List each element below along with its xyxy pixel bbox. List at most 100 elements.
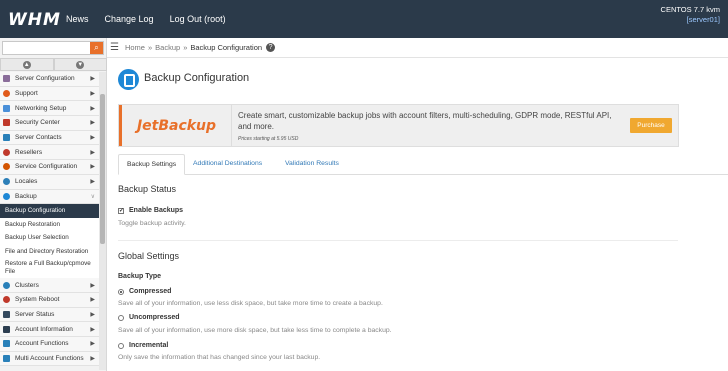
backup-status-title: Backup Status bbox=[118, 184, 177, 194]
collapse-all-button[interactable]: ▲ bbox=[0, 58, 54, 71]
breadcrumb: ☰ Home » Backup » Backup Configuration ? bbox=[110, 40, 276, 54]
server-config-icon bbox=[3, 75, 10, 83]
sidebar-item-locales[interactable]: Locales ▶ bbox=[0, 174, 99, 190]
enable-backups-row[interactable]: ✓ Enable Backups bbox=[118, 207, 183, 214]
service-config-icon bbox=[3, 163, 10, 171]
sidebar-item-label: Service Configuration bbox=[15, 163, 78, 171]
expand-all-button[interactable]: ▼ bbox=[53, 58, 107, 71]
sidebar-item-resellers[interactable]: Resellers ▶ bbox=[0, 145, 99, 161]
account-info-icon bbox=[3, 325, 10, 333]
compressed-radio[interactable] bbox=[118, 288, 124, 295]
caret-right-icon: ▶ bbox=[90, 91, 95, 98]
caret-right-icon: ▶ bbox=[90, 179, 95, 186]
uncompressed-radio[interactable] bbox=[118, 314, 124, 321]
breadcrumb-backup[interactable]: Backup bbox=[155, 43, 180, 52]
sidebar: ⌕ ▲ ▼ Server Configuration ▶ Support ▶ N… bbox=[0, 38, 107, 371]
option-incremental-row[interactable]: Incremental bbox=[118, 342, 168, 349]
section-divider bbox=[118, 240, 678, 241]
caret-right-icon: ▶ bbox=[90, 105, 95, 112]
sidebar-item-server-status[interactable]: Server Status ▶ bbox=[0, 307, 99, 323]
sidebar-item-system-reboot[interactable]: System Reboot ▶ bbox=[0, 292, 99, 308]
sidebar-subitem-restore-full-backup[interactable]: Restore a Full Backup/cpmove File bbox=[0, 258, 99, 279]
caret-right-icon: ▶ bbox=[90, 297, 95, 304]
incremental-label: Incremental bbox=[129, 342, 169, 349]
purchase-button[interactable]: Purchase bbox=[630, 118, 672, 133]
promo-text: Create smart, customizable backup jobs w… bbox=[238, 111, 612, 131]
search-icon[interactable]: ⌕ bbox=[90, 42, 103, 54]
network-icon bbox=[3, 104, 10, 112]
status-icon bbox=[3, 310, 10, 318]
caret-right-icon: ▶ bbox=[90, 341, 95, 348]
sidebar-item-label: Networking Setup bbox=[15, 104, 67, 112]
page-title: Backup Configuration bbox=[144, 72, 250, 84]
contacts-icon bbox=[3, 134, 10, 142]
sidebar-item-label: System Reboot bbox=[15, 296, 60, 304]
caret-right-icon: ▶ bbox=[90, 135, 95, 142]
nav-news[interactable]: News bbox=[66, 14, 89, 24]
breadcrumb-current: Backup Configuration bbox=[190, 42, 263, 52]
sidebar-item-backup[interactable]: Backup ∨ bbox=[0, 189, 99, 205]
caret-right-icon: ▶ bbox=[90, 149, 95, 156]
nav-change-log[interactable]: Change Log bbox=[105, 14, 154, 24]
sidebar-item-label: Account Information bbox=[15, 325, 73, 333]
sidebar-item-server-configuration[interactable]: Server Configuration ▶ bbox=[0, 72, 99, 87]
breadcrumb-home[interactable]: Home bbox=[125, 43, 145, 52]
tab-backup-settings[interactable]: Backup Settings bbox=[118, 154, 186, 175]
sidebar-subitem-file-directory-restoration[interactable]: File and Directory Restoration bbox=[0, 244, 99, 259]
sidebar-item-networking-setup[interactable]: Networking Setup ▶ bbox=[0, 101, 99, 117]
jetbackup-promo: JetBackup Create smart, customizable bac… bbox=[118, 104, 679, 147]
sidebar-item-label: Support bbox=[15, 90, 38, 98]
sidebar-item-account-information[interactable]: Account Information ▶ bbox=[0, 322, 99, 337]
compressed-label: Compressed bbox=[129, 288, 172, 295]
top-nav: News Change Log Log Out (root) bbox=[66, 0, 242, 38]
collapse-controls: ▲ ▼ bbox=[0, 58, 107, 71]
sidebar-item-label: Server Configuration bbox=[15, 75, 75, 83]
sidebar-item-label: Multi Account Functions bbox=[15, 354, 84, 362]
sidebar-item-server-contacts[interactable]: Server Contacts ▶ bbox=[0, 130, 99, 146]
security-icon bbox=[3, 119, 10, 127]
locales-icon bbox=[3, 178, 10, 186]
caret-right-icon: ▶ bbox=[90, 355, 95, 362]
sidebar-item-label: Server Contacts bbox=[15, 134, 62, 142]
server-os: CENTOS 7.7 kvm bbox=[660, 5, 720, 14]
backup-config-icon bbox=[118, 69, 139, 90]
tab-bar: Backup Settings Additional Destinations … bbox=[118, 154, 728, 175]
account-functions-icon bbox=[3, 340, 10, 348]
menu-toggle-icon[interactable]: ☰ bbox=[110, 42, 119, 53]
sidebar-menu: Server Configuration ▶ Support ▶ Network… bbox=[0, 72, 99, 367]
incremental-radio[interactable] bbox=[118, 342, 124, 349]
caret-right-icon: ▶ bbox=[90, 326, 95, 333]
nav-logout[interactable]: Log Out (root) bbox=[170, 14, 226, 24]
help-icon[interactable]: ? bbox=[266, 42, 276, 52]
sidebar-item-account-functions[interactable]: Account Functions ▶ bbox=[0, 336, 99, 352]
sidebar-item-support[interactable]: Support ▶ bbox=[0, 86, 99, 102]
option-uncompressed-row[interactable]: Uncompressed bbox=[118, 314, 180, 321]
enable-backups-checkbox[interactable]: ✓ bbox=[118, 207, 124, 214]
caret-right-icon: ▶ bbox=[90, 120, 95, 127]
sidebar-subitem-backup-restoration[interactable]: Backup Restoration bbox=[0, 217, 99, 232]
option-compressed-row[interactable]: Compressed bbox=[118, 288, 171, 295]
global-settings-title: Global Settings bbox=[118, 251, 180, 261]
sidebar-item-service-configuration[interactable]: Service Configuration ▶ bbox=[0, 160, 99, 175]
chevron-down-icon: ▼ bbox=[76, 60, 85, 69]
scrollbar-thumb[interactable] bbox=[100, 94, 105, 244]
whm-logo[interactable]: WHM bbox=[8, 10, 61, 30]
sidebar-item-label: Resellers bbox=[15, 148, 43, 156]
breadcrumb-separator: » bbox=[147, 42, 153, 52]
tab-validation-results[interactable]: Validation Results bbox=[277, 154, 347, 175]
server-name: [server01] bbox=[686, 15, 720, 24]
caret-right-icon: ▶ bbox=[90, 311, 95, 318]
sidebar-item-security-center[interactable]: Security Center ▶ bbox=[0, 116, 99, 131]
sidebar-item-multi-account-functions[interactable]: Multi Account Functions ▶ bbox=[0, 351, 99, 367]
tab-additional-destinations[interactable]: Additional Destinations bbox=[185, 154, 270, 175]
sidebar-subitem-backup-user-selection[interactable]: Backup User Selection bbox=[0, 231, 99, 245]
sidebar-scrollbar[interactable] bbox=[99, 72, 106, 370]
sidebar-subitem-backup-configuration[interactable]: Backup Configuration bbox=[0, 204, 99, 218]
sidebar-item-clusters[interactable]: Clusters ▶ bbox=[0, 278, 99, 293]
server-info: CENTOS 7.7 kvm [server01] bbox=[661, 5, 720, 25]
top-bar: WHM News Change Log Log Out (root) CENTO… bbox=[0, 0, 728, 38]
sidebar-item-label: Account Functions bbox=[15, 340, 69, 348]
caret-right-icon: ▶ bbox=[90, 76, 95, 83]
sidebar-search[interactable]: ⌕ bbox=[2, 41, 104, 60]
jetbackup-logo[interactable]: JetBackup bbox=[119, 105, 232, 146]
